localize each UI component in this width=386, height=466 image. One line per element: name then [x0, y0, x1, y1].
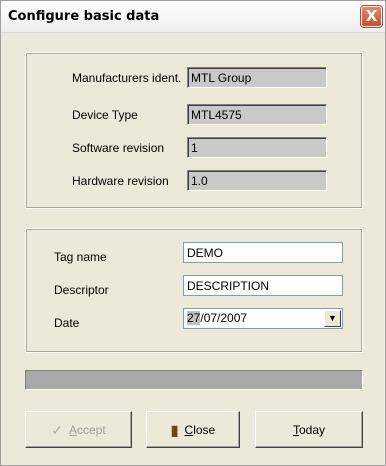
close-label: Close — [184, 422, 216, 437]
door-icon: ▮ — [170, 421, 179, 438]
close-window-button[interactable]: X — [360, 5, 383, 28]
date-rest-segment: /07/2007 — [200, 311, 248, 325]
today-button[interactable]: Today — [255, 411, 363, 448]
tag-name-input[interactable] — [183, 242, 343, 263]
date-picker[interactable]: 27/07/2007 ▼ — [183, 308, 343, 329]
descriptor-label: Descriptor — [54, 283, 109, 297]
window-title: Configure basic data — [8, 9, 160, 24]
device-type-field: MTL4575 — [187, 104, 327, 125]
configure-dialog: Configure basic data X Manufacturers ide… — [0, 0, 386, 466]
check-icon: ✓ — [51, 421, 64, 438]
accept-button[interactable]: ✓ Accept — [25, 411, 132, 448]
date-label: Date — [54, 316, 80, 330]
date-dropdown-button[interactable]: ▼ — [324, 310, 341, 327]
hardware-revision-field: 1.0 — [187, 170, 327, 191]
device-type-label: Device Type — [72, 108, 138, 122]
close-icon: X — [365, 7, 378, 25]
tag-name-label: Tag name — [54, 250, 107, 264]
date-day-segment: 27 — [187, 311, 201, 325]
software-revision-label: Software revision — [72, 141, 165, 155]
accept-label: Accept — [69, 422, 106, 437]
manufacturer-field: MTL Group — [187, 67, 327, 88]
title-bar[interactable]: Configure basic data X — [1, 1, 385, 33]
manufacturer-label: Manufacturers ident. — [72, 71, 182, 85]
hardware-revision-label: Hardware revision — [72, 174, 169, 188]
today-label: Today — [292, 422, 326, 437]
descriptor-input[interactable] — [183, 275, 343, 296]
software-revision-field: 1 — [187, 137, 327, 158]
close-button[interactable]: ▮ Close — [146, 411, 240, 448]
progress-bar — [25, 370, 363, 390]
chevron-down-icon: ▼ — [328, 313, 337, 323]
